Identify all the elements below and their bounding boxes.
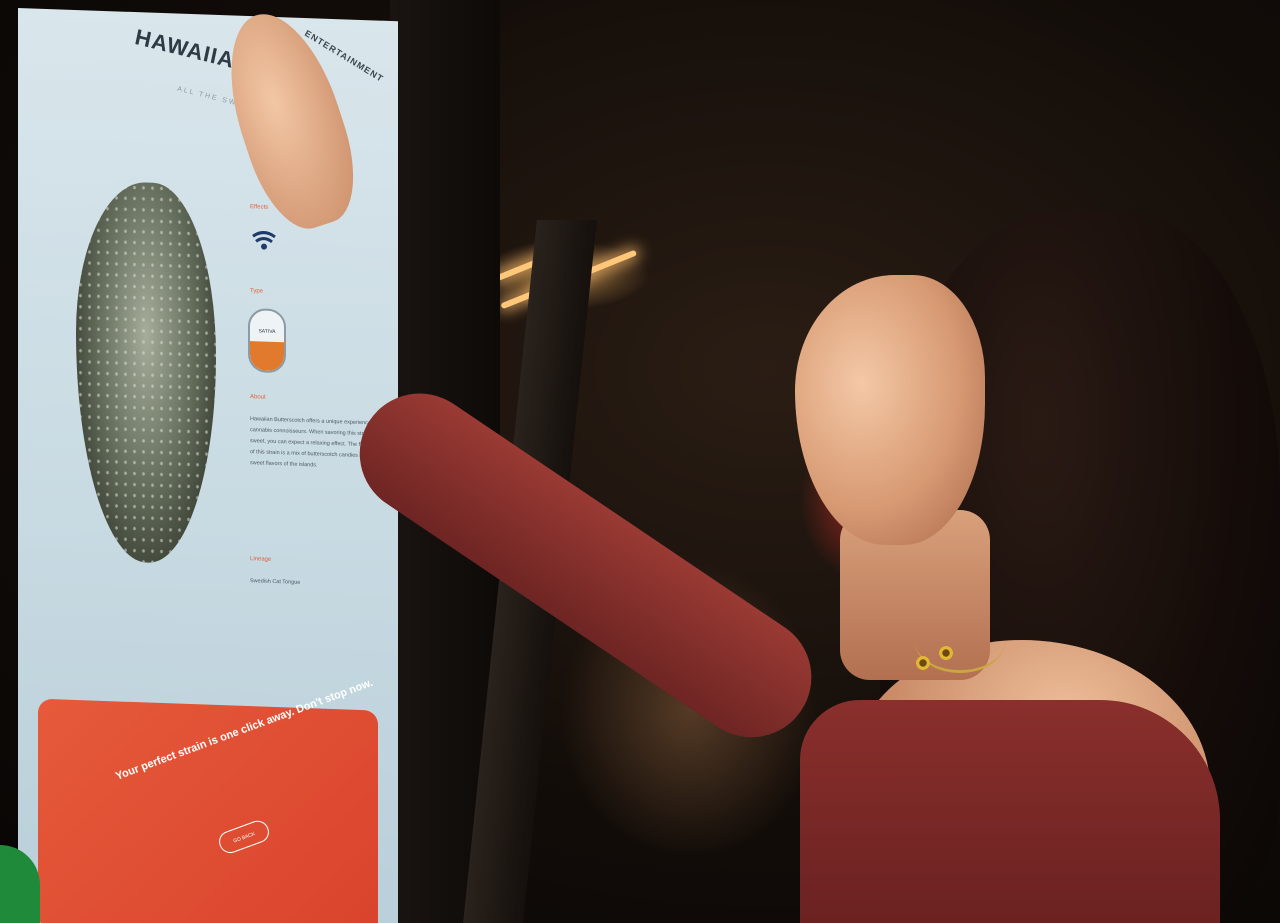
person-face xyxy=(795,275,985,545)
type-label: Type xyxy=(250,288,264,295)
effects-icon xyxy=(252,231,276,250)
type-value: SATIVA xyxy=(258,328,276,335)
photo-scene: HAWAIIAN B ALL THE SWEETS ENTERTAINMENT … xyxy=(0,0,1280,923)
type-dial-fill xyxy=(250,341,284,372)
lineage-text: Swedish Cat Tongue xyxy=(250,578,301,586)
effects-label: Effects xyxy=(250,204,269,211)
necklace-flower-icon xyxy=(915,655,931,671)
lineage-label: Lineage xyxy=(250,556,272,563)
type-dial-icon: SATIVA xyxy=(248,308,286,374)
strain-image-texture xyxy=(76,180,216,565)
necklace-flower-icon xyxy=(938,645,954,661)
about-label: About xyxy=(250,394,266,401)
person-top xyxy=(800,700,1220,923)
cta-panel xyxy=(38,698,378,923)
